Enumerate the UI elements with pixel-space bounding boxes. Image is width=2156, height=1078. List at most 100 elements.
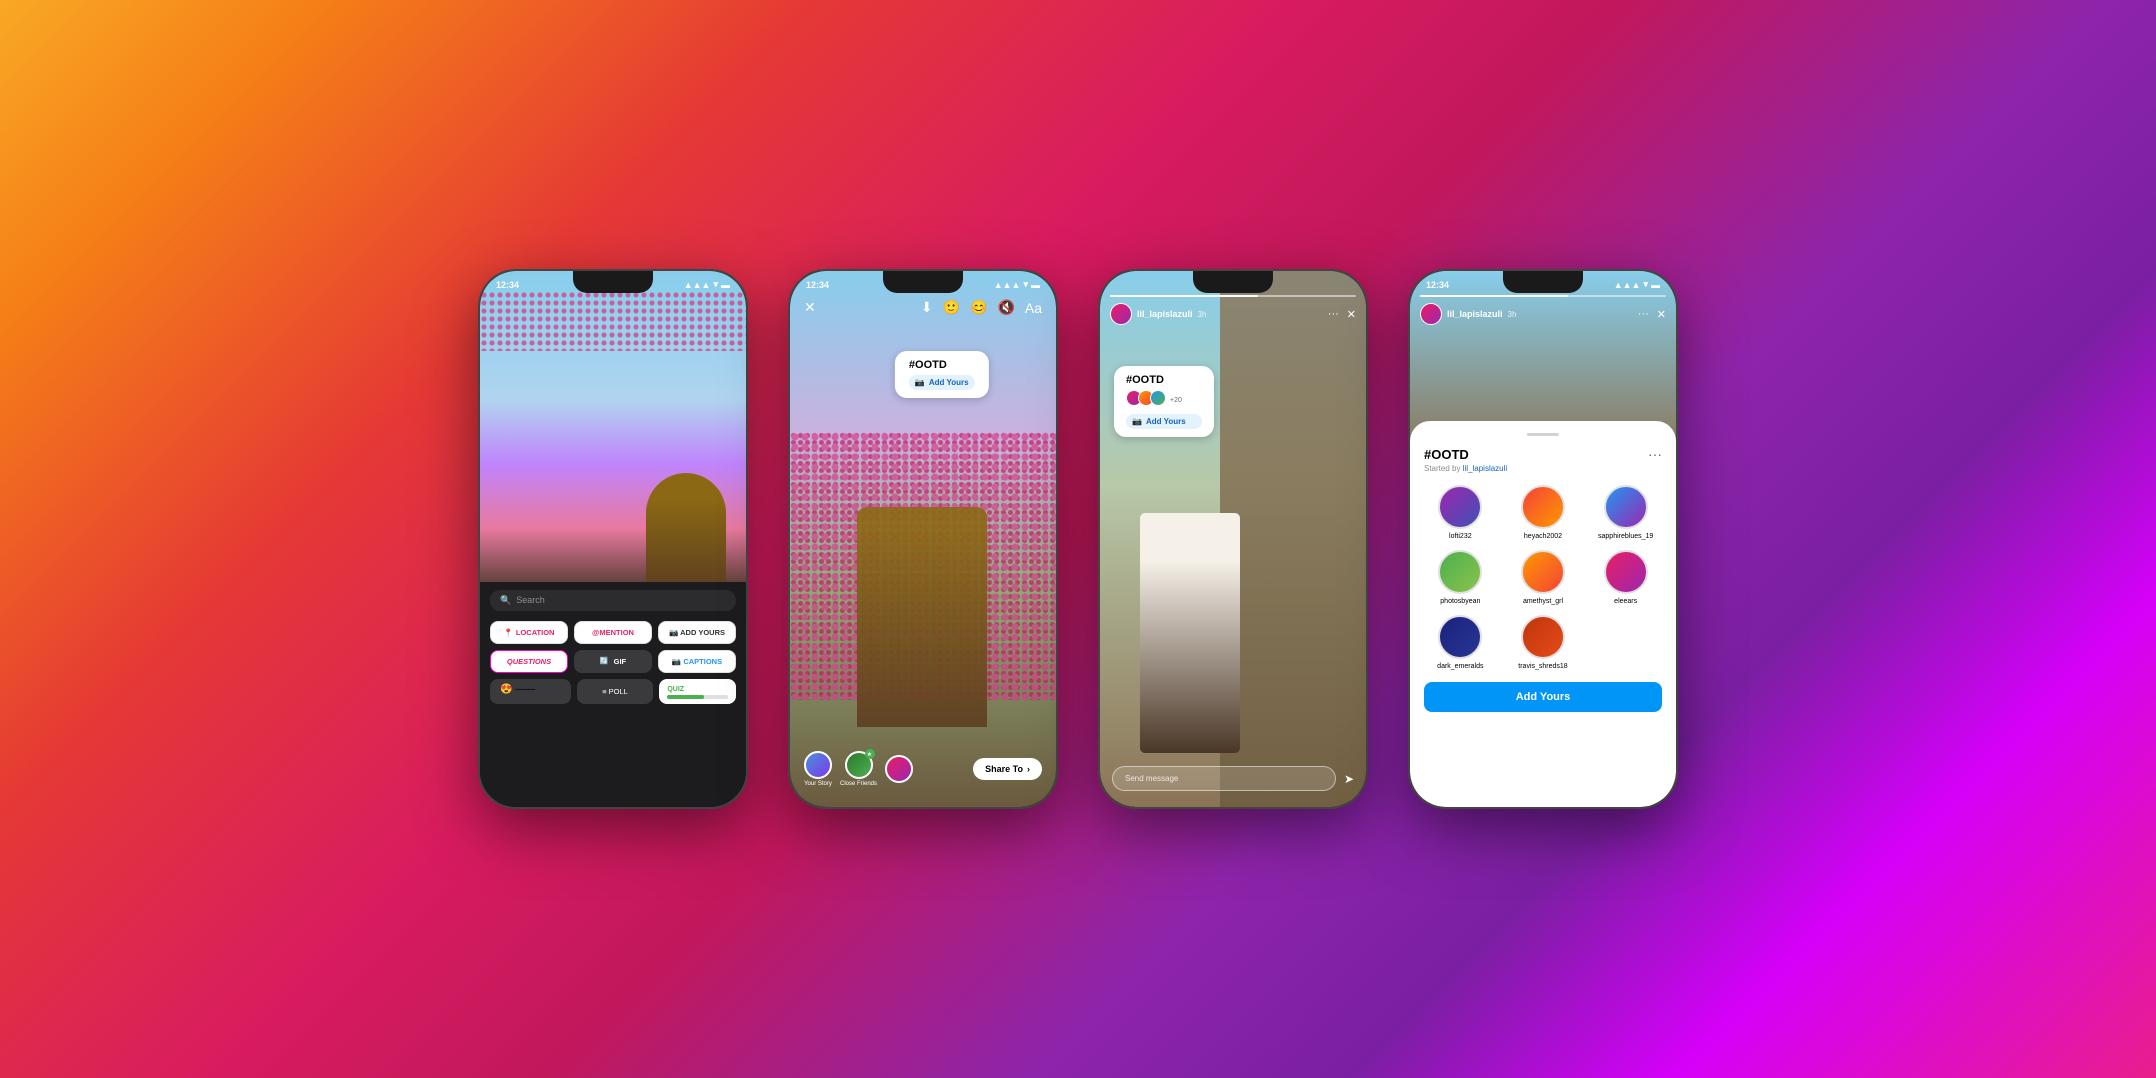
close-button[interactable]: ✕ [804, 299, 816, 316]
star-badge: ★ [865, 749, 875, 759]
name-amethyst-grl: amethyst_grl [1523, 598, 1563, 605]
started-by-label: Started by [1424, 464, 1460, 473]
story-header: lil_lapislazuli 3h ··· ✕ [1100, 295, 1366, 325]
ootd-hashtag: #OOTD [909, 359, 975, 371]
story-avatars-row: +20 [1126, 390, 1202, 410]
status-icons-2: ▲▲▲ ▾ ▬ [994, 279, 1040, 290]
sticker-search[interactable]: 🔍 Search [490, 590, 736, 611]
name-sapphireblues19: sapphireblues_19 [1598, 533, 1653, 540]
chevron-right-icon: › [1027, 764, 1030, 774]
story-username: lil_lapislazuli [1137, 309, 1193, 319]
avatar-eleears [1604, 550, 1648, 594]
ootd-sticker[interactable]: #OOTD 📷 Add Yours [895, 351, 989, 398]
story-toolbar: ✕ ⬇ 🙂 😊 🔇 Aa [790, 299, 1056, 316]
ootd-contributor-avatars [1126, 390, 1162, 406]
share-bar: Your Story ★ Close Friends Share To › [790, 751, 1056, 787]
contributor-photosbyean: photosbyean [1424, 550, 1497, 605]
mute-icon[interactable]: 🔇 [997, 299, 1014, 316]
phone3-background [1100, 271, 1366, 807]
your-story-label: Your Story [804, 781, 832, 787]
contributor-eleears: eleears [1589, 550, 1662, 605]
add-yours-button[interactable]: Add Yours [1424, 682, 1662, 712]
phone-4: 12:34 ▲▲▲ ▾ ▬ lil_lapislazuli 3h ··· ✕ [1408, 269, 1678, 809]
avatar-dark-emeralds [1438, 615, 1482, 659]
story-close-icon[interactable]: ✕ [1347, 308, 1356, 321]
story-controls: ··· ✕ [1328, 308, 1356, 321]
time-1: 12:34 [496, 280, 519, 290]
avatar-amethyst-grl [1521, 550, 1565, 594]
panel-more-icon[interactable]: ··· [1648, 446, 1662, 462]
emoji-icon[interactable]: 🙂 [943, 299, 960, 316]
close-friends-label: Close Friends [840, 781, 877, 787]
story-ootd-hashtag: #OOTD [1126, 374, 1202, 386]
sticker-questions[interactable]: QUESTIONS [490, 650, 568, 673]
avatar-heyach2002 [1521, 485, 1565, 529]
story-progress-fill [1110, 295, 1258, 297]
download-icon[interactable]: ⬇ [921, 299, 933, 316]
contributors-grid: lofti232 heyach2002 sapphireblues_19 pho… [1424, 485, 1662, 670]
panel-header: #OOTD ··· [1424, 446, 1662, 462]
send-placeholder: Send message [1125, 774, 1178, 783]
avatar-photosbyean [1438, 550, 1482, 594]
sticker-quiz[interactable]: QUIZ [659, 679, 736, 704]
ootd-add-yours[interactable]: 📷 Add Yours [909, 375, 975, 390]
avatar-sapphireblues19 [1604, 485, 1648, 529]
text-icon[interactable]: Aa [1025, 300, 1042, 316]
sticker-mention[interactable]: @MENTION [574, 621, 652, 644]
signal-icon-2: ▲▲▲ [994, 280, 1021, 290]
search-icon: 🔍 [500, 595, 511, 606]
send-message-input[interactable]: Send message [1112, 766, 1336, 791]
sticker-add-yours[interactable]: 📷 ADD YOURS [658, 621, 736, 644]
story-user-row-4: lil_lapislazuli 3h ··· ✕ [1420, 303, 1666, 325]
status-bar-4: 12:34 ▲▲▲ ▾ ▬ [1410, 271, 1676, 294]
story-avatar-4 [1420, 303, 1442, 325]
story-header-4: lil_lapislazuli 3h ··· ✕ [1410, 295, 1676, 325]
name-eleears: eleears [1614, 598, 1637, 605]
story-username-4: lil_lapislazuli [1447, 309, 1503, 319]
camera-icon-small: 📷 [915, 378, 925, 387]
name-heyach2002: heyach2002 [1524, 533, 1562, 540]
camera-icon-story: 📷 [1132, 417, 1142, 426]
close-friends-option[interactable]: ★ Close Friends [840, 751, 877, 787]
your-story-option[interactable]: Your Story [804, 751, 832, 787]
story-ootd-sticker[interactable]: #OOTD +20 📷 Add Yours [1114, 366, 1214, 437]
contributor-dark-emeralds: dark_emeralds [1424, 615, 1497, 670]
sticker-gif[interactable]: 🔄 GIF [574, 650, 652, 673]
status-bar-1: 12:34 ▲▲▲ ▾ ▬ [480, 271, 746, 294]
avatar-lofti232 [1438, 485, 1482, 529]
story-add-yours[interactable]: 📷 Add Yours [1126, 414, 1202, 429]
person-silhouette [646, 473, 726, 593]
fence-bg [1220, 271, 1366, 807]
person-figure [1140, 513, 1240, 753]
story-time: 3h [1198, 310, 1207, 319]
panel-subtitle: Started by lil_lapislazuli [1424, 464, 1662, 473]
wifi-icon-2: ▾ [1023, 279, 1028, 290]
status-bar-2: 12:34 ▲▲▲ ▾ ▬ [790, 271, 1056, 294]
started-by-user: lil_lapislazuli [1463, 464, 1507, 473]
sticker-grid-row1: 📍 LOCATION @MENTION 📷 ADD YOURS [490, 621, 736, 644]
contributor-sapphireblues19: sapphireblues_19 [1589, 485, 1662, 540]
more-icon-4[interactable]: ··· [1638, 308, 1649, 321]
sticker-bottom-row: 😍 —— ≡ POLL QUIZ [490, 679, 736, 704]
more-icon[interactable]: ··· [1328, 308, 1339, 320]
sticker-poll[interactable]: ≡ POLL [577, 679, 654, 704]
wifi-icon-4: ▾ [1643, 279, 1648, 290]
sticker-location[interactable]: 📍 LOCATION [490, 621, 568, 644]
share-options: Your Story ★ Close Friends [804, 751, 913, 787]
close-icon-4[interactable]: ✕ [1657, 308, 1666, 321]
status-icons-4: ▲▲▲ ▾ ▬ [1614, 279, 1660, 290]
other-option[interactable] [885, 755, 913, 783]
wifi-icon: ▾ [713, 279, 718, 290]
sticker-icon[interactable]: 😊 [970, 299, 987, 316]
story-controls-4: ··· ✕ [1638, 308, 1666, 321]
share-to-button[interactable]: Share To › [973, 758, 1042, 780]
story-user-avatar [1110, 303, 1132, 325]
send-icon[interactable]: ➤ [1344, 772, 1354, 786]
contributor-lofti232: lofti232 [1424, 485, 1497, 540]
time-2: 12:34 [806, 280, 829, 290]
status-icons-1: ▲▲▲ ▾ ▬ [684, 279, 730, 290]
sticker-emoji[interactable]: 😍 —— [490, 679, 571, 704]
sticker-captions[interactable]: 📷 CAPTIONS [658, 650, 736, 673]
phone-1: 12:34 ▲▲▲ ▾ ▬ 🔍 Search 📍 LOCATION @ [478, 269, 748, 809]
other-avatar [885, 755, 913, 783]
